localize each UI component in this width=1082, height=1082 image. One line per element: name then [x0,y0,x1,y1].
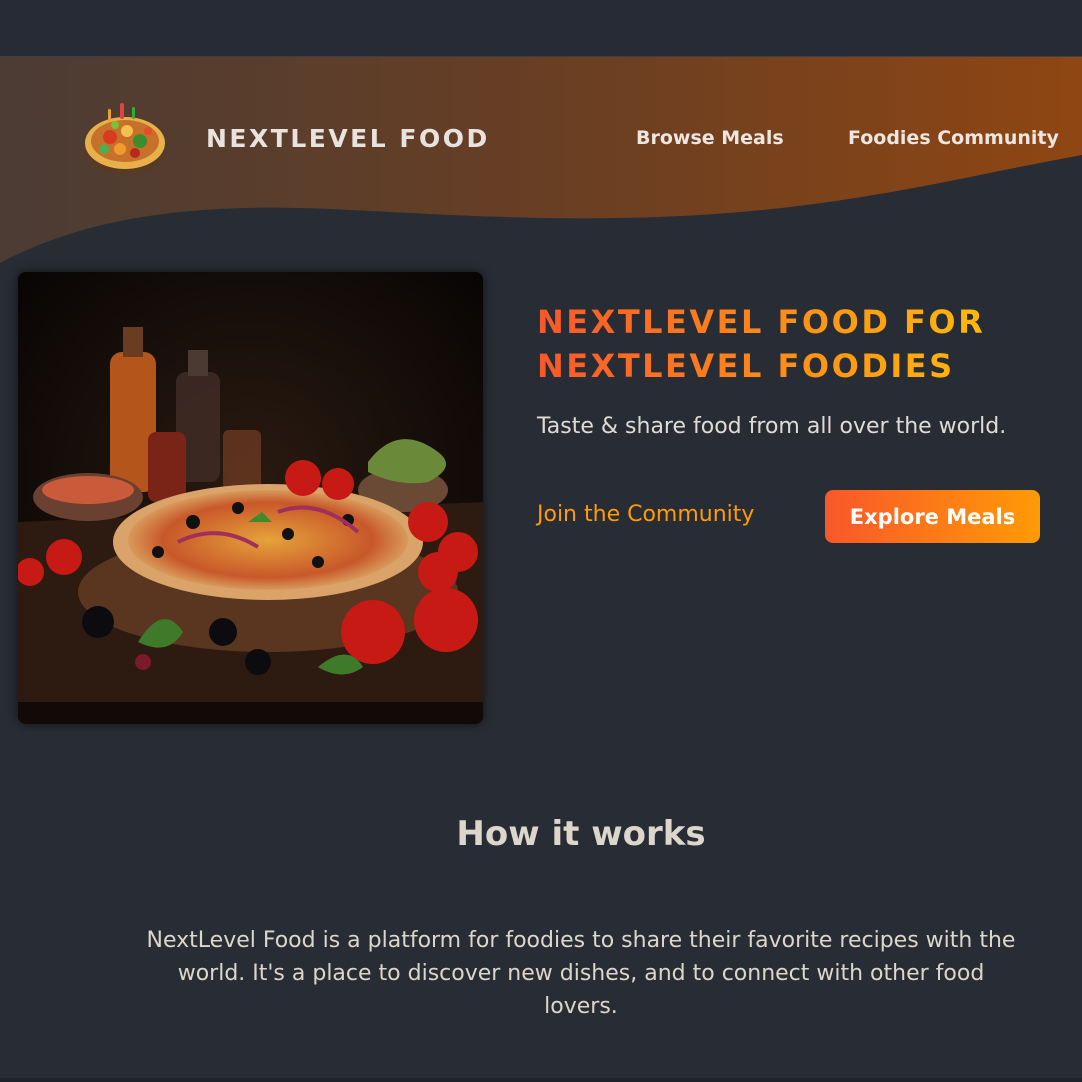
bottom-divider [0,1078,1082,1082]
top-strip [0,0,1082,57]
logo-text[interactable]: NEXTLEVEL FOOD [206,124,490,153]
logo-link[interactable] [80,97,170,179]
join-community-link[interactable]: Join the Community [537,502,754,527]
nav-browse-meals[interactable]: Browse Meals [636,127,784,149]
hero-image [18,272,483,724]
hero-subtitle: Taste & share food from all over the wor… [537,414,1007,439]
pizza-image-icon [18,272,483,724]
how-it-works-title: How it works [456,814,706,854]
food-platter-icon [80,97,170,179]
hero-title: NEXTLEVEL FOOD FOR NEXTLEVEL FOODIES [537,300,1057,388]
explore-meals-button[interactable]: Explore Meals [825,490,1040,543]
how-it-works-body: NextLevel Food is a platform for foodies… [146,928,1016,1019]
page: NEXTLEVEL FOOD Browse Meals Foodies Comm… [0,0,1082,1082]
nav-foodies-community[interactable]: Foodies Community [848,127,1059,149]
